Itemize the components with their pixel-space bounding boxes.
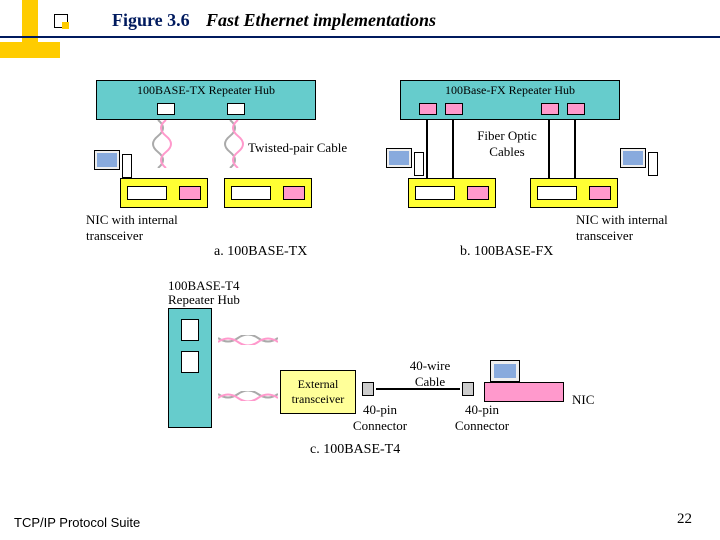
- nic-a2: [224, 178, 312, 208]
- label-conn40-1: 40-pin Connector: [350, 402, 410, 434]
- hub-a-port-1: [157, 103, 175, 115]
- hub-a: 100BASE-TX Repeater Hub: [96, 80, 316, 120]
- hub-c-port-2: [181, 351, 199, 373]
- label-nic-internal-a: NIC with internal transceiver: [86, 212, 196, 244]
- hub-c-label-l2: Repeater Hub: [168, 292, 240, 308]
- caption-a: a. 100BASE-TX: [214, 244, 307, 260]
- slide-header: Figure 3.6 Fast Ethernet implementations: [26, 4, 696, 40]
- label-40wire: 40-wire Cable: [400, 358, 460, 390]
- external-transceiver: External transceiver: [280, 370, 356, 414]
- connector-c2: [462, 382, 474, 396]
- twisted-c1: [218, 332, 278, 342]
- twisted-cable-a1: [150, 120, 174, 168]
- label-fiber-cables: Fiber Optic Cables: [472, 128, 542, 160]
- figure-title: Fast Ethernet implementations: [206, 10, 436, 31]
- nic-a1: [120, 178, 208, 208]
- label-conn40-2: 40-pin Connector: [452, 402, 512, 434]
- hub-a-port-2: [227, 103, 245, 115]
- bullet-icon: [54, 14, 68, 28]
- twisted-cable-a2: [222, 120, 246, 168]
- caption-c: c. 100BASE-T4: [310, 442, 400, 458]
- hub-b: 100Base-FX Repeater Hub: [400, 80, 620, 120]
- label-nic-internal-b: NIC with internal transceiver: [576, 212, 696, 244]
- hub-b-port-4: [567, 103, 585, 115]
- figure-number: Figure 3.6: [112, 10, 190, 31]
- fiber-b2b: [574, 120, 576, 178]
- hub-c: [168, 308, 212, 428]
- label-nic-c: NIC: [572, 392, 594, 408]
- header-rule: [0, 36, 720, 40]
- pc-b2-icon: [620, 148, 664, 186]
- pc-c-icon: [484, 360, 564, 402]
- nic-b2: [530, 178, 618, 208]
- hub-a-title: 100BASE-TX Repeater Hub: [97, 81, 315, 100]
- page-number: 22: [677, 511, 692, 528]
- ext-trans-l2: transceiver: [287, 392, 349, 407]
- nic-b1: [408, 178, 496, 208]
- fiber-b2a: [548, 120, 550, 178]
- hub-b-title: 100Base-FX Repeater Hub: [401, 81, 619, 100]
- caption-b: b. 100BASE-FX: [460, 244, 553, 260]
- hub-b-port-1: [419, 103, 437, 115]
- fiber-b1b: [452, 120, 454, 178]
- twisted-c2: [218, 388, 278, 398]
- connector-c1: [362, 382, 374, 396]
- ext-trans-l1: External: [287, 377, 349, 392]
- hub-c-port-1: [181, 319, 199, 341]
- footer-left: TCP/IP Protocol Suite: [14, 515, 140, 530]
- label-twisted-cable: Twisted-pair Cable: [248, 140, 347, 156]
- hub-b-port-3: [541, 103, 559, 115]
- hub-b-port-2: [445, 103, 463, 115]
